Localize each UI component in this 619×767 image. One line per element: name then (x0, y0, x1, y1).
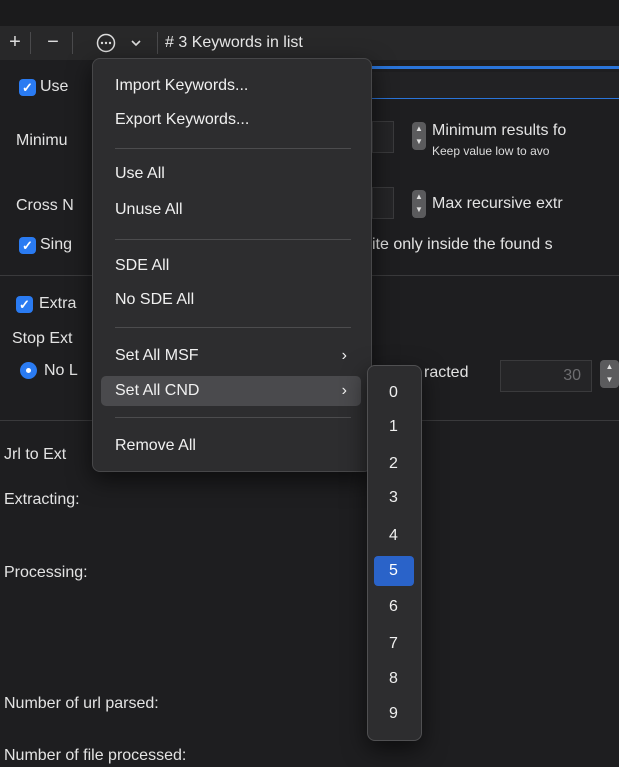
toolbar-separator (157, 32, 158, 54)
extracting-label: Extracting: (4, 491, 80, 508)
set-all-msf-item[interactable]: Set All MSF › (101, 341, 361, 371)
extracted-field[interactable]: 30 (500, 360, 592, 392)
cnd-option[interactable]: 8 (374, 664, 414, 694)
cnd-option[interactable]: 7 (374, 629, 414, 659)
chevron-right-icon: › (341, 347, 347, 364)
cnd-option[interactable]: 3 (374, 483, 414, 513)
toolbar-strip (0, 0, 619, 26)
single-label: Sing (40, 236, 73, 253)
url-to-extract-label: Jrl to Ext (4, 446, 67, 463)
extract-checkbox[interactable]: ✓ (16, 296, 33, 313)
menu-separator (115, 148, 351, 149)
extracted-stepper[interactable]: ▲ ▼ (600, 360, 619, 388)
set-all-msf-label: Set All MSF (115, 347, 199, 364)
no-sde-all-item[interactable]: No SDE All (101, 285, 361, 315)
cnd-submenu: 0 1 2 3 4 5 6 7 8 9 (367, 365, 422, 741)
cnd-option[interactable]: 9 (374, 699, 414, 729)
cross-stepper[interactable]: ▲ ▼ (412, 190, 426, 218)
file-processed-label: Number of file processed: (4, 747, 187, 764)
no-limit-label: No L (44, 362, 78, 379)
single-checkbox[interactable]: ✓ (19, 237, 36, 254)
chevron-down-icon (131, 40, 141, 47)
minimum-results-hint: Keep value low to avo (432, 144, 550, 158)
remove-keyword-button[interactable]: − (38, 30, 68, 56)
add-keyword-button[interactable]: + (2, 30, 28, 56)
processing-label: Processing: (4, 564, 88, 581)
no-limit-radio[interactable] (20, 362, 37, 379)
url-parsed-label: Number of url parsed: (4, 695, 159, 712)
minimum-stepper[interactable]: ▲ ▼ (412, 122, 426, 150)
extracted-label: racted (424, 364, 469, 381)
minimum-label: Minimu (16, 132, 68, 149)
export-keywords-item[interactable]: Export Keywords... (101, 105, 361, 135)
actions-menu-button[interactable] (92, 30, 152, 56)
set-all-cnd-label: Set All CND (115, 382, 200, 399)
stop-extract-label: Stop Ext (12, 330, 73, 347)
cnd-option[interactable]: 1 (374, 412, 414, 442)
menu-separator (115, 327, 351, 328)
sde-all-item[interactable]: SDE All (101, 251, 361, 281)
keywords-count-title: # 3 Keywords in list (165, 34, 303, 51)
use-checkbox[interactable]: ✓ (19, 79, 36, 96)
chevron-right-icon: › (341, 382, 347, 399)
cross-field[interactable] (372, 187, 394, 219)
cnd-option[interactable]: 6 (374, 592, 414, 622)
extract-label: Extra (39, 295, 77, 312)
use-label: Use (40, 78, 69, 95)
ellipsis-circle-icon (96, 33, 116, 53)
actions-menu: Import Keywords... Export Keywords... Us… (92, 58, 372, 472)
minimum-results-label: Minimum results fo (432, 122, 567, 139)
set-all-cnd-item[interactable]: Set All CND › (101, 376, 361, 406)
keyword-table-row[interactable] (370, 72, 619, 99)
minimum-field[interactable] (372, 121, 394, 153)
remove-all-item[interactable]: Remove All (101, 431, 361, 461)
cross-label: Cross N (16, 197, 74, 214)
cnd-option-selected[interactable]: 5 (374, 556, 414, 586)
import-keywords-item[interactable]: Import Keywords... (101, 71, 361, 101)
toolbar-separator (30, 32, 31, 54)
cnd-option[interactable]: 0 (374, 378, 414, 408)
use-all-item[interactable]: Use All (101, 159, 361, 189)
unuse-all-item[interactable]: Unuse All (101, 195, 361, 225)
toolbar-separator (72, 32, 73, 54)
menu-separator (115, 239, 351, 240)
extracted-value: 30 (563, 367, 581, 384)
single-description: ite only inside the found s (372, 236, 553, 253)
max-recursive-label: Max recursive extr (432, 195, 563, 212)
cnd-option[interactable]: 2 (374, 449, 414, 479)
cnd-option[interactable]: 4 (374, 521, 414, 551)
table-accent-line (370, 66, 619, 69)
menu-separator (115, 417, 351, 418)
